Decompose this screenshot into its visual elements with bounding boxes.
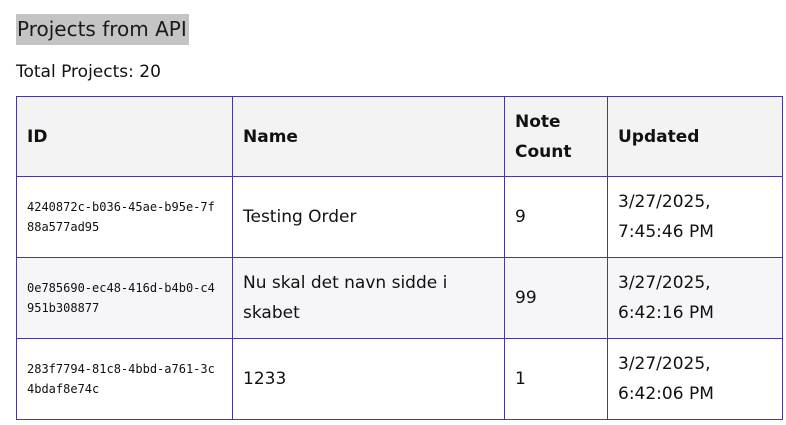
project-note-count-cell: 9 [504, 176, 608, 258]
project-name-cell: Nu skal det navn sidde i skabet [232, 257, 505, 339]
project-id-cell: 283f7794-81c8-4bbd-a761-3c4bdaf8e74c [16, 338, 233, 420]
total-projects: Total Projects: 20 [16, 60, 161, 84]
project-id-cell: 4240872c-b036-45ae-b95e-7f88a577ad95 [16, 176, 233, 258]
page-title: Projects from API [16, 14, 189, 45]
table-header-row: ID Name Note Count Updated [16, 96, 783, 177]
project-note-count-cell: 1 [504, 338, 608, 420]
total-projects-count: 20 [139, 62, 161, 82]
total-projects-label: Total Projects: [16, 62, 134, 82]
project-name-cell: 1233 [232, 338, 505, 420]
column-header-id: ID [16, 96, 233, 177]
project-id-cell: 0e785690-ec48-416d-b4b0-c4951b308877 [16, 257, 233, 339]
column-header-updated: Updated [607, 96, 783, 177]
table-row: 0e785690-ec48-416d-b4b0-c4951b308877 Nu … [16, 257, 783, 339]
projects-table: ID Name Note Count Updated 4240872c-b036… [16, 96, 783, 420]
project-updated-cell: 3/27/2025, 6:42:16 PM [607, 257, 783, 339]
project-note-count-cell: 99 [504, 257, 608, 339]
column-header-name: Name [232, 96, 505, 177]
project-updated-cell: 3/27/2025, 7:45:46 PM [607, 176, 783, 258]
table-row: 283f7794-81c8-4bbd-a761-3c4bdaf8e74c 123… [16, 338, 783, 420]
column-header-note-count: Note Count [504, 96, 608, 177]
project-updated-cell: 3/27/2025, 6:42:06 PM [607, 338, 783, 420]
table-row: 4240872c-b036-45ae-b95e-7f88a577ad95 Tes… [16, 176, 783, 258]
projects-page: Projects from API Total Projects: 20 ID … [0, 0, 786, 425]
project-name-cell: Testing Order [232, 176, 505, 258]
